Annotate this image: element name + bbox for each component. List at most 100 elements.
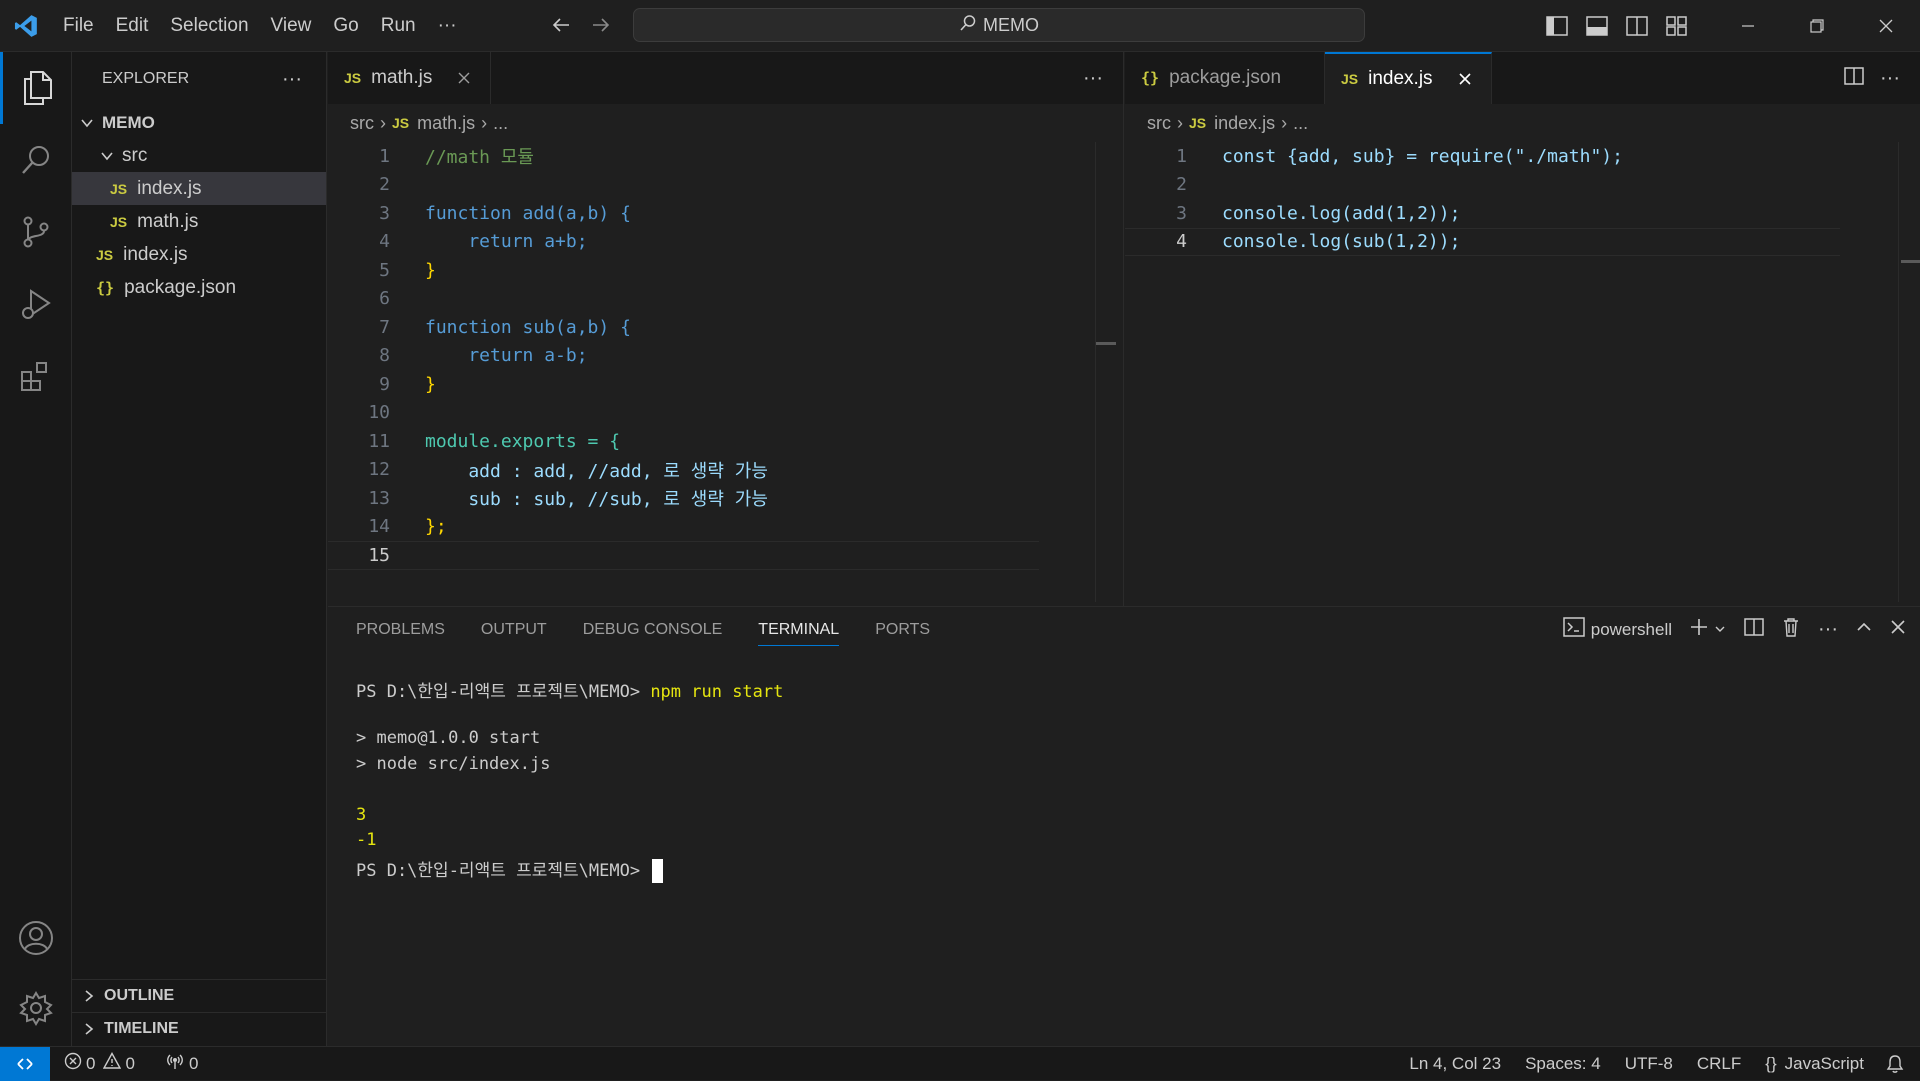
editor-more-actions-button[interactable]: ··· bbox=[1083, 67, 1103, 90]
notifications-bell-icon[interactable] bbox=[1876, 1054, 1920, 1074]
terminal-output[interactable]: PS D:\한입-리액트 프로젝트\MEMO> npm run start > … bbox=[356, 677, 783, 883]
tab-index-js[interactable]: JS index.js bbox=[1325, 52, 1492, 104]
code-line-current: 15 bbox=[328, 541, 1039, 570]
tab-output[interactable]: OUTPUT bbox=[481, 621, 547, 646]
maximize-panel-chevron-up-icon[interactable] bbox=[1856, 619, 1872, 640]
chevron-right-icon: › bbox=[1177, 112, 1183, 133]
restore-window-icon[interactable] bbox=[1782, 0, 1851, 52]
search-activity-icon[interactable] bbox=[0, 124, 72, 196]
editor-more-actions-button[interactable]: ··· bbox=[1880, 67, 1900, 90]
code-editor[interactable]: 1 const {add, sub} = require("./math"); 2… bbox=[1125, 142, 1920, 256]
tree-file-package-json[interactable]: {} package.json bbox=[72, 271, 326, 304]
js-file-icon: JS bbox=[1341, 71, 1359, 87]
indentation[interactable]: Spaces: 4 bbox=[1513, 1054, 1613, 1074]
status-bar: 0 0 0 Ln 4, Col 23 Spaces: 4 UTF-8 CRLF … bbox=[0, 1046, 1920, 1081]
shell-name: powershell bbox=[1590, 619, 1673, 639]
outline-section[interactable]: OUTLINE bbox=[72, 979, 327, 1012]
breadcrumb-folder[interactable]: src bbox=[350, 113, 374, 134]
breadcrumb-symbol[interactable]: ... bbox=[493, 113, 508, 134]
ports-status[interactable]: 0 bbox=[155, 1052, 208, 1075]
json-file-icon: {} bbox=[1141, 69, 1160, 87]
vertical-scrollbar[interactable] bbox=[1898, 142, 1920, 602]
title-bar: File Edit Selection View Go Run ··· MEMO bbox=[0, 0, 1920, 52]
language-mode[interactable]: {} JavaScript bbox=[1753, 1054, 1876, 1074]
explorer-activity-icon[interactable] bbox=[0, 52, 72, 124]
menu-go[interactable]: Go bbox=[322, 9, 369, 43]
tab-problems[interactable]: PROBLEMS bbox=[356, 621, 445, 646]
customize-layout-icon[interactable] bbox=[1657, 0, 1697, 52]
code-line: 8 return a-b; bbox=[379, 345, 588, 367]
code-line: 3 console.log(add(1,2)); bbox=[1176, 202, 1461, 224]
tab-debug-console[interactable]: DEBUG CONSOLE bbox=[583, 621, 723, 646]
tree-file-math-js[interactable]: JS math.js bbox=[72, 205, 326, 238]
tab-terminal[interactable]: TERMINAL bbox=[758, 621, 840, 646]
breadcrumb-symbol[interactable]: ... bbox=[1293, 113, 1308, 134]
source-control-icon[interactable] bbox=[0, 196, 72, 268]
close-panel-icon[interactable] bbox=[1890, 619, 1906, 640]
breadcrumb-file[interactable]: math.js bbox=[417, 113, 475, 134]
line-ending[interactable]: CRLF bbox=[1685, 1054, 1753, 1074]
run-debug-icon[interactable] bbox=[0, 268, 72, 340]
trash-icon[interactable] bbox=[1782, 617, 1800, 642]
js-file-icon: JS bbox=[344, 70, 362, 86]
code-line: 7 function sub(a,b) { bbox=[379, 316, 631, 338]
account-icon[interactable] bbox=[0, 902, 72, 974]
code-line: 5} bbox=[379, 259, 436, 281]
tree-file-src-index-js[interactable]: JS index.js bbox=[72, 172, 326, 205]
command-center-search[interactable]: MEMO bbox=[633, 8, 1365, 42]
tree-file-index-js[interactable]: JS index.js bbox=[72, 238, 326, 271]
close-icon[interactable] bbox=[454, 68, 474, 88]
code-line: 2 bbox=[1176, 174, 1187, 196]
panel-tab-bar: PROBLEMS OUTPUT DEBUG CONSOLE TERMINAL P… bbox=[356, 621, 930, 646]
bottom-panel: PROBLEMS OUTPUT DEBUG CONSOLE TERMINAL P… bbox=[328, 606, 1920, 1046]
explorer-more-button[interactable]: ··· bbox=[282, 68, 302, 91]
timeline-label: TIMELINE bbox=[104, 1020, 179, 1037]
breadcrumb-file[interactable]: index.js bbox=[1214, 113, 1275, 134]
menu-view[interactable]: View bbox=[260, 9, 323, 43]
tab-package-json[interactable]: {} package.json bbox=[1125, 52, 1325, 104]
chevron-down-icon[interactable] bbox=[1714, 620, 1726, 640]
cursor-position[interactable]: Ln 4, Col 23 bbox=[1397, 1054, 1513, 1074]
menu-file[interactable]: File bbox=[52, 9, 105, 43]
tab-ports[interactable]: PORTS bbox=[875, 621, 930, 646]
panel-more-actions-button[interactable]: ··· bbox=[1818, 618, 1838, 641]
terminal-shell-selector[interactable]: powershell bbox=[1563, 617, 1672, 642]
forward-arrow-icon[interactable] bbox=[588, 12, 614, 38]
toggle-sidebar-icon[interactable] bbox=[1537, 0, 1577, 52]
new-terminal-plus-icon[interactable] bbox=[1690, 618, 1708, 641]
settings-gear-icon[interactable] bbox=[0, 972, 72, 1044]
tree-root-label: MEMO bbox=[102, 112, 155, 132]
tree-root-memo[interactable]: MEMO bbox=[72, 106, 326, 139]
split-terminal-icon[interactable] bbox=[1744, 618, 1764, 641]
extensions-icon[interactable] bbox=[0, 340, 72, 412]
minimize-window-icon[interactable] bbox=[1713, 0, 1782, 52]
breadcrumb-folder[interactable]: src bbox=[1147, 113, 1171, 134]
code-editor[interactable]: 1//math 모듈 2 3 function add(a,b) { 4 retu… bbox=[328, 142, 1123, 570]
menu-more[interactable]: ··· bbox=[427, 9, 468, 43]
menu-edit[interactable]: Edit bbox=[105, 9, 160, 43]
toggle-panel-icon[interactable] bbox=[1577, 0, 1617, 52]
vertical-scrollbar[interactable] bbox=[1095, 142, 1116, 602]
command-center-label: MEMO bbox=[983, 14, 1039, 35]
encoding[interactable]: UTF-8 bbox=[1613, 1054, 1685, 1074]
timeline-section[interactable]: TIMELINE bbox=[72, 1012, 327, 1045]
code-line: 11 module.exports = { bbox=[368, 430, 621, 452]
js-file-icon: JS bbox=[110, 213, 128, 230]
close-icon[interactable] bbox=[1455, 69, 1475, 89]
code-line: 4 return a+b; bbox=[379, 231, 588, 253]
tree-item-label: package.json bbox=[124, 276, 237, 298]
tab-math-js[interactable]: JS math.js bbox=[328, 52, 492, 104]
menu-run[interactable]: Run bbox=[370, 9, 427, 43]
tree-folder-src[interactable]: src bbox=[72, 139, 326, 172]
split-editor-icon[interactable] bbox=[1844, 66, 1864, 90]
back-arrow-icon[interactable] bbox=[548, 12, 574, 38]
terminal-cursor bbox=[652, 858, 664, 883]
code-line: 10 bbox=[368, 402, 390, 424]
menu-selection[interactable]: Selection bbox=[159, 9, 259, 43]
terminal-line: PS D:\한입-리액트 프로젝트\MEMO> bbox=[356, 856, 783, 883]
breadcrumb: src › JS index.js › ... bbox=[1125, 104, 1308, 142]
problems-status[interactable]: 0 0 bbox=[50, 1052, 145, 1075]
remote-indicator-icon[interactable] bbox=[0, 1046, 50, 1081]
close-window-icon[interactable] bbox=[1851, 0, 1920, 52]
toggle-secondary-sidebar-icon[interactable] bbox=[1617, 0, 1657, 52]
